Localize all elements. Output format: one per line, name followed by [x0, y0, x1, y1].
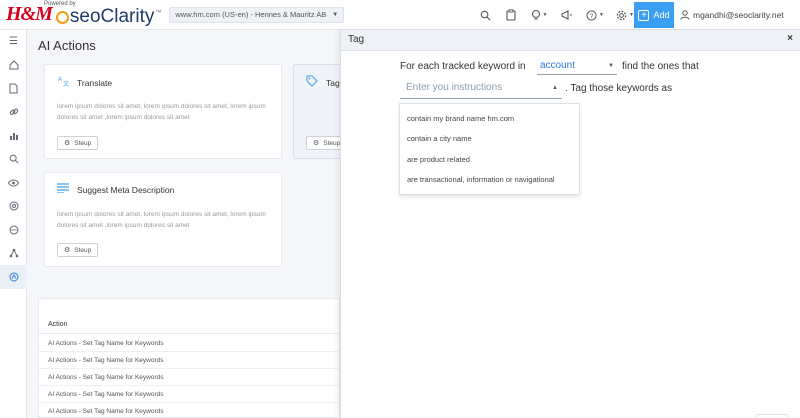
target-icon[interactable] [0, 195, 27, 219]
card-description: lorem ipsum dolores sit amet, lorem ipsu… [57, 211, 266, 229]
user-email: mgandhi@seoclarity.net [693, 10, 784, 20]
instructions-placeholder: Enter you instructions [406, 82, 503, 93]
bar-chart-icon[interactable] [0, 124, 27, 148]
domain-select-value: www.hm.com (US-en) - Hennes & Mauritz AB [175, 10, 327, 19]
megaphone-icon[interactable] [554, 0, 580, 30]
gear-icon: ⚙ [64, 140, 71, 147]
close-icon[interactable]: × [787, 33, 793, 44]
instructions-dropdown: contain my brand name hm.com contain a c… [399, 103, 580, 195]
panel-footer-button[interactable] [756, 414, 788, 418]
add-button[interactable]: + Add [634, 2, 674, 28]
card-description: lorem ipsum dolores sit amet, lorem ipsu… [57, 103, 266, 121]
table-row[interactable]: AI Actions - Set Tag Name for Keywords [39, 403, 341, 418]
main-content: AI Actions A文 Translate lorem ipsum dolo… [27, 30, 353, 418]
ai-actions-icon[interactable] [0, 265, 27, 289]
setup-button[interactable]: ⚙ Steup [57, 136, 99, 150]
chevron-down-icon: ▼ [332, 11, 339, 18]
caret-down-icon: ▼ [608, 63, 614, 69]
dots-circle-icon[interactable] [0, 218, 27, 242]
trademark: ™ [155, 9, 162, 16]
setup-button[interactable]: ⚙ Steup [57, 243, 99, 257]
dropdown-option[interactable]: contain a city name [400, 129, 579, 150]
text-lines-icon [57, 183, 69, 196]
help-icon[interactable]: ? ▼ [580, 0, 610, 30]
table-row[interactable]: AI Actions - Set Tag Name for Keywords [39, 335, 341, 352]
caret-up-icon: ▲ [552, 85, 558, 91]
menu-icon[interactable]: ☰ [0, 30, 27, 54]
sidebar: ☰ [0, 30, 27, 418]
sentence-part-3: . Tag those keywords as [565, 83, 673, 94]
table-row[interactable]: AI Actions - Set Tag Name for Keywords [39, 352, 341, 369]
card-title: Tag [326, 77, 340, 88]
domain-select[interactable]: www.hm.com (US-en) - Hennes & Mauritz AB… [169, 6, 345, 23]
sentence-part-1: For each tracked keyword in [400, 61, 526, 72]
setup-button-label: Steup [74, 139, 92, 147]
home-icon[interactable] [0, 54, 27, 78]
page-title: AI Actions [38, 38, 96, 53]
user-menu[interactable]: mgandhi@seoclarity.net [680, 0, 784, 30]
chevron-down-icon: ▼ [542, 12, 548, 18]
plus-icon: + [638, 9, 650, 21]
translate-icon: A文 [57, 75, 69, 90]
table-row[interactable]: AI Actions - Set Tag Name for Keywords [39, 386, 341, 403]
search-icon[interactable] [0, 148, 27, 172]
card-title: Suggest Meta Description [77, 184, 175, 195]
lightbulb-icon[interactable]: ▼ [524, 0, 554, 30]
gear-icon: ⚙ [64, 247, 71, 254]
top-bar: H&M Powered by seoClarity ™ www.hm.com (… [0, 0, 800, 30]
clipboard-icon[interactable] [498, 0, 524, 30]
tag-panel: Tag × For each tracked keyword in accoun… [340, 30, 800, 418]
actions-table: Action AI Actions - Set Tag Name for Key… [38, 298, 341, 418]
svg-text:A: A [58, 77, 62, 83]
dropdown-option[interactable]: contain my brand name hm.com [400, 108, 579, 129]
link-icon[interactable] [0, 101, 27, 125]
seoclarity-logo-icon [55, 10, 69, 24]
panel-title: Tag [348, 34, 365, 45]
user-icon [680, 10, 690, 20]
account-select[interactable]: account ▼ [537, 60, 617, 75]
panel-header: Tag × [341, 30, 800, 51]
card-title: Translate [77, 77, 113, 88]
powered-by-label: Powered by [44, 1, 76, 7]
setup-button-label: Steup [74, 246, 92, 254]
svg-text:文: 文 [63, 80, 69, 87]
add-button-label: Add [653, 10, 670, 20]
dropdown-option[interactable]: are product related [400, 149, 579, 170]
table-header-action: Action [39, 315, 341, 334]
eye-icon[interactable] [0, 171, 27, 195]
instructions-input[interactable]: Enter you instructions ▲ [400, 82, 562, 99]
setup-button-label: Steup [323, 139, 341, 147]
account-select-value: account [540, 60, 576, 71]
translate-card: A文 Translate lorem ipsum dolores sit ame… [44, 64, 282, 159]
sentence-part-2: find the ones that [622, 61, 699, 72]
svg-text:?: ? [590, 12, 594, 19]
table-row[interactable]: AI Actions - Set Tag Name for Keywords [39, 369, 341, 386]
tag-icon [306, 75, 318, 90]
file-icon[interactable] [0, 77, 27, 101]
brand-logo[interactable]: H&M Powered by seoClarity ™ [6, 0, 161, 30]
seoclarity-logo-text: seoClarity [69, 6, 155, 27]
gear-icon: ⚙ [313, 140, 320, 147]
suggest-meta-description-card: Suggest Meta Description lorem ipsum dol… [44, 172, 282, 267]
chevron-down-icon: ▼ [599, 12, 604, 18]
dropdown-option[interactable]: are transactional, information or naviga… [400, 170, 579, 191]
search-icon[interactable] [472, 0, 498, 30]
network-icon[interactable] [0, 242, 27, 266]
